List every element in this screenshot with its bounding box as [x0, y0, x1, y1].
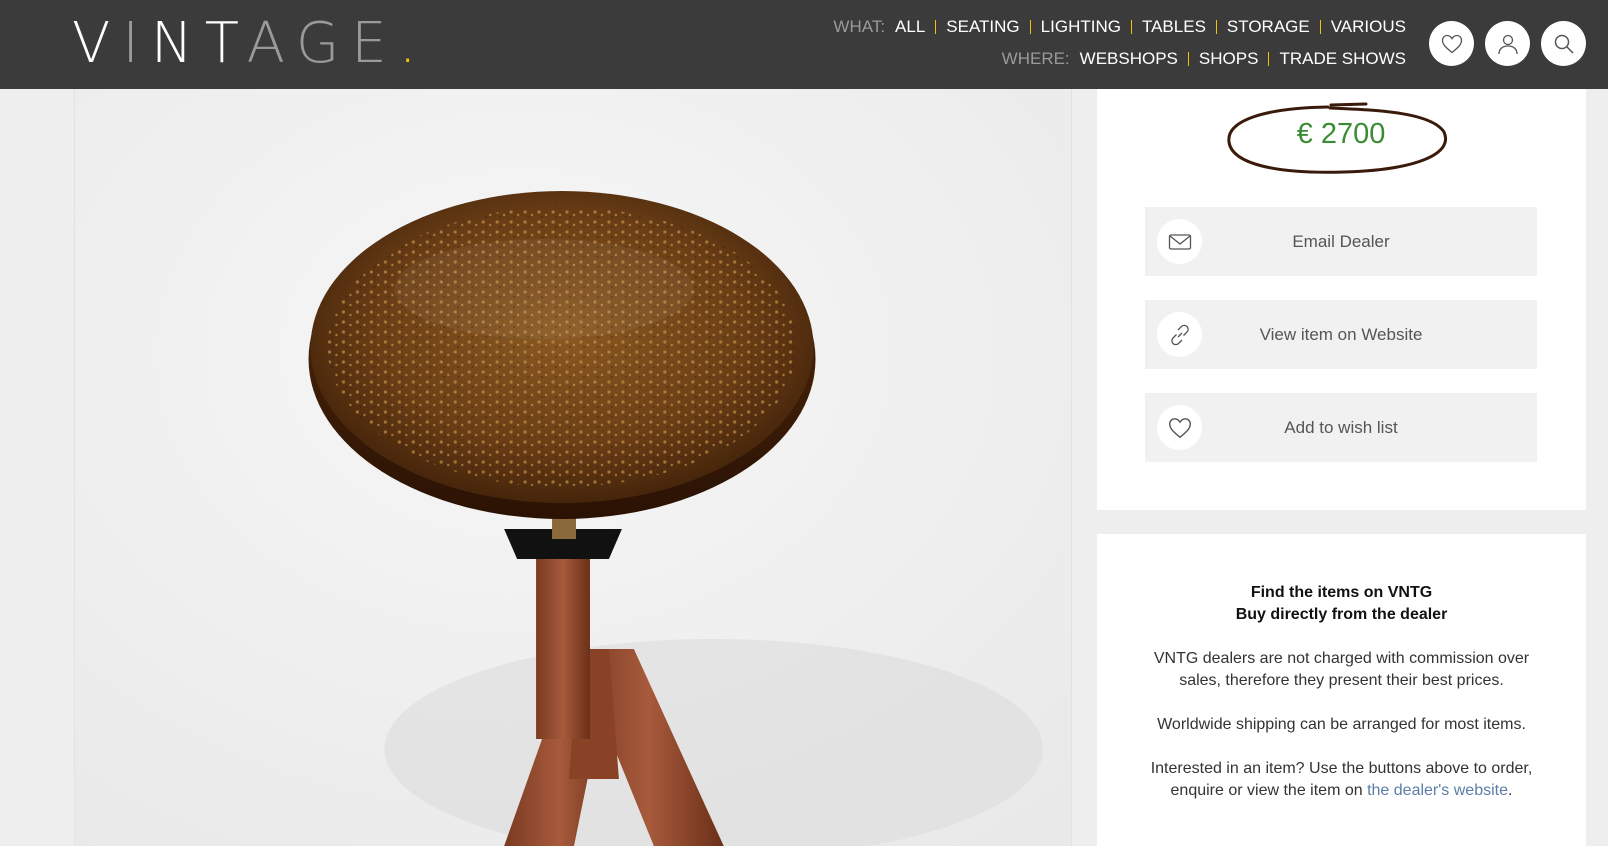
info-card: Find the items on VNTG Buy directly from…: [1097, 534, 1586, 846]
add-to-wishlist-label: Add to wish list: [1284, 418, 1398, 437]
price-value: € 2700: [1296, 118, 1386, 150]
info-heading-2: Buy directly from the dealer: [1235, 606, 1448, 623]
nav-various[interactable]: VARIOUS: [1331, 17, 1406, 37]
dealer-website-link[interactable]: the dealer's website: [1367, 782, 1508, 799]
nav-divider: [1187, 52, 1189, 66]
nav-seating[interactable]: SEATING: [946, 17, 1019, 37]
site-logo[interactable]: VINTAGE.: [72, 14, 417, 74]
nav-divider: [935, 20, 937, 34]
nav-storage[interactable]: STORAGE: [1227, 17, 1310, 37]
info-commission-text: VNTG dealers are not charged with commis…: [1153, 650, 1530, 689]
nav-divider: [1130, 20, 1132, 34]
product-image[interactable]: [74, 89, 1072, 846]
nav-divider: [1268, 52, 1270, 66]
nav-webshops[interactable]: WEBSHOPS: [1080, 49, 1178, 69]
price-block: € 2700: [1226, 102, 1456, 177]
view-on-website-label: View item on Website: [1259, 325, 1423, 344]
view-on-website-button[interactable]: View item on Website: [1145, 300, 1537, 369]
nav-divider: [1029, 20, 1031, 34]
user-icon: [1497, 34, 1518, 54]
site-header: VINTAGE. WHAT: ALL SEATING LIGHTING TABL…: [0, 0, 1608, 89]
nav-lighting[interactable]: LIGHTING: [1041, 17, 1121, 37]
nav-shops[interactable]: SHOPS: [1199, 49, 1259, 69]
nav-trade-shows[interactable]: TRADE SHOWS: [1279, 49, 1406, 69]
heart-icon: [1441, 34, 1462, 53]
wishlist-button[interactable]: [1429, 21, 1474, 66]
where-nav: WHERE: WEBSHOPS SHOPS TRADE SHOWS: [1002, 49, 1406, 69]
info-interest-text: Interested in an item? Use the buttons a…: [1097, 758, 1586, 802]
account-button[interactable]: [1485, 21, 1530, 66]
info-interest-suffix: .: [1508, 782, 1513, 799]
nav-divider: [1215, 20, 1217, 34]
info-shipping-text: Worldwide shipping can be arranged for m…: [1157, 716, 1526, 733]
where-label: WHERE:: [1001, 49, 1070, 68]
search-icon: [1554, 34, 1574, 54]
info-heading-1: Find the items on VNTG: [1250, 584, 1433, 601]
add-to-wishlist-button[interactable]: Add to wish list: [1145, 393, 1537, 462]
email-dealer-button[interactable]: Email Dealer: [1145, 207, 1537, 276]
email-dealer-label: Email Dealer: [1292, 232, 1390, 251]
nav-divider: [1319, 20, 1321, 34]
what-nav: WHAT: ALL SEATING LIGHTING TABLES STORAG…: [833, 17, 1406, 37]
what-label: WHAT:: [833, 17, 886, 36]
nav-all[interactable]: ALL: [895, 17, 925, 37]
search-button[interactable]: [1541, 21, 1586, 66]
nav-tables[interactable]: TABLES: [1142, 17, 1206, 37]
